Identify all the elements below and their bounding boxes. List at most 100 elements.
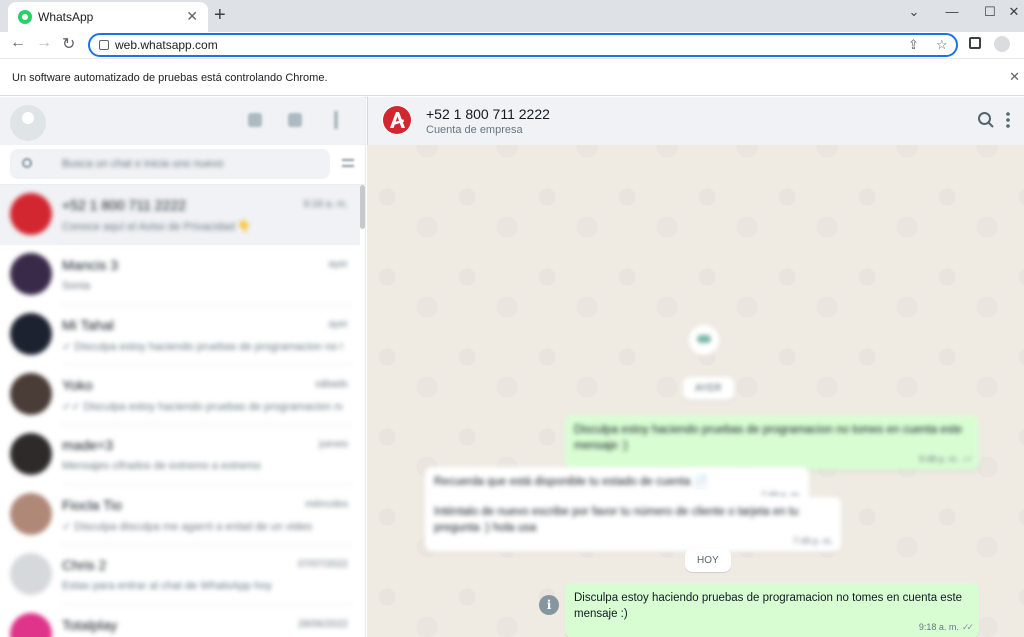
- close-infobar-icon[interactable]: ✕: [1009, 69, 1020, 85]
- reload-icon[interactable]: ↻: [62, 34, 75, 54]
- day-divider-today: HOY: [685, 549, 731, 572]
- infobar-text: Un software automatizado de pruebas está…: [12, 72, 328, 84]
- message-time: 7:49 p. m.: [792, 536, 833, 546]
- chat-time: 9:18 a. m.: [303, 199, 348, 210]
- chat-time: sábado: [315, 379, 348, 390]
- message-time: 9:18 a. m. ✓✓: [918, 622, 974, 632]
- message-text: Disculpa estoy haciendo pruebas de progr…: [574, 592, 963, 620]
- chat-body: Fiocla Tio miércoles ✓ Disculpa disculpa m…: [62, 485, 352, 545]
- tab-search-chevron-icon[interactable]: ⌄: [904, 4, 924, 20]
- sidebar-header: [0, 97, 365, 145]
- forward-arrow-icon[interactable]: →: [36, 34, 52, 52]
- communities-icon[interactable]: [248, 113, 262, 127]
- chat-preview: ✓✓ Disculpa estoy haciendo pruebas de pr…: [62, 401, 342, 413]
- chat-avatar: [10, 613, 52, 637]
- chat-name: Yoko: [62, 377, 93, 393]
- tab-title: WhatsApp: [38, 10, 94, 24]
- address-bar[interactable]: web.whatsapp.com ⇪ ☆: [88, 33, 958, 57]
- message-bubble[interactable]: Disculpa estoy haciendo pruebas de progr…: [565, 583, 979, 637]
- chat-time: miércoles: [305, 499, 348, 510]
- contact-subtitle: Cuenta de empresa: [426, 124, 523, 136]
- chat-name: +52 1 800 711 2222: [62, 197, 186, 213]
- message-bubble[interactable]: Disculpa estoy haciendo pruebas de progr…: [565, 415, 979, 470]
- browser-tab-strip: WhatsApp ✕ + ⌄ — ☐ ✕: [0, 0, 1024, 32]
- browser-tab[interactable]: WhatsApp ✕: [8, 2, 208, 32]
- chat-avatar: [10, 553, 52, 595]
- info-icon[interactable]: i: [539, 595, 559, 615]
- chat-name: Fiocla Tio: [62, 497, 122, 513]
- side-panel-icon[interactable]: [969, 37, 981, 49]
- chat-body: Chris 2 07/07/2022 Estas para entrar al ch…: [62, 545, 352, 605]
- chat-list: +52 1 800 711 2222 9:18 a. m. Conoce aquí …: [0, 185, 360, 637]
- message-time: 9:48 p. m. ✓✓: [918, 454, 974, 464]
- chat-list-item[interactable]: Chris 2 07/07/2022 Estas para entrar al ch…: [0, 545, 360, 605]
- share-icon[interactable]: ⇪: [908, 37, 919, 53]
- chat-body: Totalplay28/06/2022Conoce aquí los térmi…: [62, 605, 352, 637]
- lock-icon[interactable]: [99, 40, 109, 50]
- chat-body: made=3 jueves Mensajes cifrados de extremo…: [62, 425, 352, 485]
- chat-time: 28/06/2022: [297, 619, 348, 630]
- message-text: Inténtalo de nuevo escribe por favor tu …: [434, 506, 799, 534]
- chat-avatar: [10, 373, 52, 415]
- message-text: Recuerda que está disponible tu estado d…: [434, 476, 708, 488]
- chat-avatar: [10, 253, 52, 295]
- chat-preview: Sonia: [62, 280, 91, 292]
- chat-avatar: [10, 493, 52, 535]
- chat-avatar: [10, 313, 52, 355]
- whatsapp-favicon-icon: [18, 10, 32, 24]
- chat-list-item[interactable]: +52 1 800 711 2222 9:18 a. m. Conoce aquí …: [0, 185, 360, 245]
- new-chat-icon[interactable]: [288, 113, 302, 127]
- sidebar-scrollbar[interactable]: [360, 185, 365, 229]
- profile-avatar-icon[interactable]: [994, 36, 1010, 52]
- minimize-icon[interactable]: —: [942, 4, 962, 19]
- chat-preview: ✓ Disculpa estoy haciendo pruebas de pro…: [62, 341, 342, 353]
- close-window-icon[interactable]: ✕: [1004, 4, 1024, 20]
- search-icon[interactable]: [977, 111, 995, 129]
- chat-name: Chris 2: [62, 557, 107, 573]
- message-area: AYER Disculpa estoy haciendo pruebas de …: [367, 145, 1024, 637]
- chat-sidebar: Busca un chat o inicia uno nuevo +52 1 8…: [0, 97, 366, 637]
- chat-list-item[interactable]: Yoko sábado ✓✓ Disculpa estoy haciendo pru…: [0, 365, 360, 425]
- chat-list-item[interactable]: Fiocla Tio miércoles ✓ Disculpa disculpa m…: [0, 485, 360, 545]
- contact-name[interactable]: +52 1 800 711 2222: [426, 106, 550, 122]
- browser-toolbar: ← → ↻ web.whatsapp.com ⇪ ☆: [0, 32, 1024, 58]
- my-profile-avatar[interactable]: [10, 105, 46, 141]
- chat-list-item[interactable]: Mancis 3 ayer Sonia: [0, 245, 360, 305]
- chat-body: Mi Tahal ayer ✓ Disculpa estoy haciendo pr…: [62, 305, 352, 365]
- chat-preview: Conoce aquí el Aviso de Privacidad 👇: [62, 221, 252, 233]
- menu-icon[interactable]: [1005, 111, 1011, 129]
- chat-name: Mancis 3: [62, 257, 119, 273]
- chat-time: ayer: [328, 259, 348, 270]
- filter-unread-icon[interactable]: [342, 159, 354, 167]
- conversation-pane: +52 1 800 711 2222 Cuenta de empresa AYE…: [367, 97, 1024, 637]
- chat-preview: Estas para entrar al chat de WhatsApp ho…: [62, 580, 272, 592]
- search-placeholder: Busca un chat o inicia uno nuevo: [62, 158, 224, 170]
- business-badge-icon: [689, 325, 719, 355]
- chat-avatar: [10, 193, 52, 235]
- conversation-header[interactable]: +52 1 800 711 2222 Cuenta de empresa: [367, 97, 1024, 145]
- new-tab-icon[interactable]: +: [214, 4, 226, 26]
- chat-body: Yoko sábado ✓✓ Disculpa estoy haciendo pru…: [62, 365, 352, 425]
- chat-name: Totalplay: [62, 617, 118, 633]
- bookmark-star-icon[interactable]: ☆: [936, 37, 948, 53]
- contact-avatar[interactable]: [382, 105, 412, 135]
- chat-list-item[interactable]: Mi Tahal ayer ✓ Disculpa estoy haciendo pr…: [0, 305, 360, 365]
- message-bubble[interactable]: Inténtalo de nuevo escribe por favor tu …: [425, 497, 841, 552]
- url-text[interactable]: web.whatsapp.com: [115, 38, 218, 52]
- chat-name: Mi Tahal: [62, 317, 114, 333]
- double-check-icon: ✓✓: [961, 622, 974, 632]
- chat-avatar: [10, 433, 52, 475]
- chat-list-item[interactable]: made=3 jueves Mensajes cifrados de extremo…: [0, 425, 360, 485]
- search-icon: [22, 158, 32, 168]
- chat-time: jueves: [319, 439, 348, 450]
- chat-preview: Mensajes cifrados de extremo a extremo: [62, 460, 261, 472]
- chat-name: made=3: [62, 437, 113, 453]
- chat-time: ayer: [328, 319, 348, 330]
- maximize-icon[interactable]: ☐: [980, 4, 1000, 20]
- close-tab-icon[interactable]: ✕: [186, 8, 198, 25]
- menu-icon[interactable]: [334, 111, 338, 129]
- back-arrow-icon[interactable]: ←: [10, 34, 26, 52]
- search-input[interactable]: Busca un chat o inicia uno nuevo: [10, 149, 330, 179]
- message-text: Disculpa estoy haciendo pruebas de progr…: [574, 424, 963, 452]
- chat-list-item[interactable]: Totalplay28/06/2022Conoce aquí los térmi…: [0, 605, 360, 637]
